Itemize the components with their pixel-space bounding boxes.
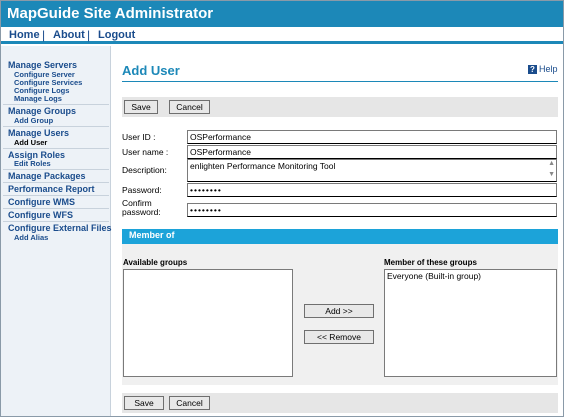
sidebar-item-manage-groups[interactable]: Manage Groups [8, 106, 76, 116]
member-groups-label: Member of these groups [384, 258, 477, 267]
list-item[interactable]: Everyone (Built-in group) [387, 271, 554, 281]
top-button-bar: Save Cancel [122, 97, 558, 117]
password-label: Password: [122, 185, 162, 195]
sidebar-divider [3, 208, 109, 209]
sidebar-item-add-group[interactable]: Add Group [14, 116, 53, 125]
sidebar-item-manage-servers[interactable]: Manage Servers [8, 60, 77, 70]
sidebar-item-add-alias[interactable]: Add Alias [14, 233, 48, 242]
user-id-label: User ID : [122, 132, 156, 142]
scroll-up-icon[interactable]: ▲ [548, 160, 555, 167]
add-to-group-button[interactable]: Add >> [304, 304, 374, 318]
sidebar-item-performance-report[interactable]: Performance Report [8, 184, 95, 194]
app-title: MapGuide Site Administrator [7, 5, 214, 22]
sidebar-item-configure-wfs[interactable]: Configure WFS [8, 210, 73, 220]
nav-separator: | [42, 28, 46, 42]
main-content: Add User ? Help Save Cancel User ID : OS… [112, 46, 563, 416]
bottom-button-bar: Save Cancel [122, 393, 558, 413]
password-input[interactable]: •••••••• [187, 183, 557, 197]
sidebar-item-configure-external-files[interactable]: Configure External Files [8, 223, 112, 233]
available-groups-list[interactable] [123, 269, 293, 377]
nav-home-link[interactable]: Home [9, 29, 40, 41]
member-of-panel: Available groups Add >> << Remove Member… [122, 244, 558, 385]
sidebar-item-edit-roles[interactable]: Edit Roles [14, 159, 51, 168]
member-of-title: Member of [129, 230, 175, 240]
help-link[interactable]: ? Help [528, 64, 558, 74]
sidebar-item-manage-logs[interactable]: Manage Logs [14, 94, 62, 103]
user-id-input[interactable]: OSPerformance [187, 130, 557, 144]
nav-logout-link[interactable]: Logout [98, 29, 135, 41]
top-nav: Home | About | Logout [1, 27, 563, 44]
sidebar-divider [3, 126, 109, 127]
nav-separator: | [87, 28, 91, 42]
confirm-password-input[interactable]: •••••••• [187, 203, 557, 217]
sidebar-divider [3, 195, 109, 196]
user-name-input[interactable]: OSPerformance [187, 145, 557, 159]
available-groups-label: Available groups [123, 258, 188, 267]
description-label: Description: [122, 165, 167, 175]
sidebar-item-manage-packages[interactable]: Manage Packages [8, 171, 86, 181]
title-bar: MapGuide Site Administrator [1, 1, 563, 27]
help-icon: ? [528, 64, 537, 74]
title-divider [122, 81, 558, 82]
scroll-down-icon[interactable]: ▼ [548, 171, 555, 178]
save-button[interactable]: Save [124, 396, 164, 410]
member-groups-list[interactable]: Everyone (Built-in group) [384, 269, 557, 377]
sidebar-item-configure-wms[interactable]: Configure WMS [8, 197, 75, 207]
cancel-button[interactable]: Cancel [169, 100, 210, 114]
remove-from-group-button[interactable]: << Remove [304, 330, 374, 344]
nav-about-link[interactable]: About [53, 29, 85, 41]
sidebar-divider [3, 169, 109, 170]
cancel-button[interactable]: Cancel [169, 396, 210, 410]
page-title: Add User [122, 63, 180, 78]
save-button[interactable]: Save [124, 100, 158, 114]
app-window: MapGuide Site Administrator Home | About… [0, 0, 564, 417]
description-text: enlighten Performance Monitoring Tool [190, 161, 336, 171]
sidebar-item-add-user[interactable]: Add User [14, 138, 47, 147]
member-of-header: Member of [122, 229, 558, 244]
sidebar-divider [3, 148, 109, 149]
sidebar-divider [3, 104, 109, 105]
sidebar-item-manage-users[interactable]: Manage Users [8, 128, 69, 138]
sidebar-divider [3, 221, 109, 222]
confirm-password-label-2: password: [122, 207, 161, 217]
sidebar-divider [3, 182, 109, 183]
description-textarea[interactable]: enlighten Performance Monitoring Tool ▲ … [187, 159, 557, 182]
user-name-label: User name : [122, 147, 169, 157]
sidebar: Manage Servers Configure Server Configur… [1, 46, 112, 416]
help-label: Help [539, 64, 558, 74]
